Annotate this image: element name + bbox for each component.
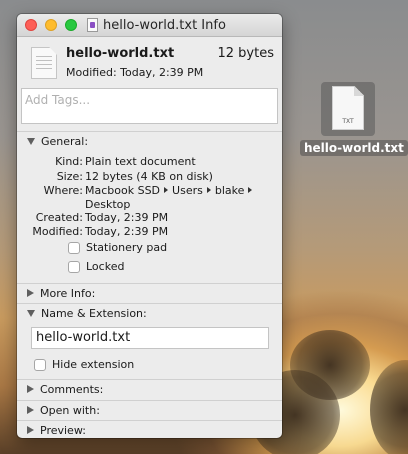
path-arrow-icon bbox=[206, 187, 211, 193]
section-label: Comments: bbox=[40, 382, 104, 396]
where-label: Where: bbox=[43, 184, 83, 197]
hide-extension-option[interactable]: Hide extension bbox=[34, 358, 134, 371]
path-segment: blake bbox=[214, 184, 245, 197]
hide-extension-checkbox[interactable] bbox=[34, 358, 46, 371]
section-label: Open with: bbox=[40, 403, 100, 417]
window-title: hello-world.txt Info bbox=[103, 17, 226, 33]
disclosure-closed-icon[interactable] bbox=[27, 385, 34, 393]
file-type-badge: TXT bbox=[342, 118, 354, 125]
created-value: Today, 2:39 PM bbox=[85, 211, 169, 224]
disclosure-open-icon[interactable] bbox=[27, 137, 35, 145]
name-extension-header[interactable]: Name & Extension: bbox=[17, 304, 282, 322]
section-label: Preview: bbox=[40, 423, 86, 437]
info-window: hello-world.txt Info hello-world.txt 12 … bbox=[17, 14, 282, 438]
disclosure-closed-icon[interactable] bbox=[27, 289, 34, 297]
file-name: hello-world.txt bbox=[66, 46, 175, 61]
comments-header[interactable]: Comments: bbox=[17, 380, 282, 398]
open-with-header[interactable]: Open with: bbox=[17, 401, 282, 419]
txt-file-icon[interactable]: TXT bbox=[321, 82, 375, 136]
stationery-pad-label[interactable]: Stationery pad bbox=[86, 241, 167, 254]
document-icon bbox=[31, 47, 57, 79]
open-with-section: Open with: bbox=[17, 400, 282, 419]
name-input[interactable]: hello-world.txt bbox=[31, 327, 269, 349]
path-segment: Desktop bbox=[85, 198, 131, 211]
more-info-header[interactable]: More Info: bbox=[17, 284, 282, 302]
preview-section: Preview: bbox=[17, 420, 282, 438]
section-label: General: bbox=[41, 134, 89, 148]
name-extension-section: Name & Extension: bbox=[17, 303, 282, 322]
size-value: 12 bytes (4 KB on disk) bbox=[85, 170, 213, 183]
created-label: Created: bbox=[35, 211, 83, 224]
where-path: Macbook SSD Users blake bbox=[85, 184, 256, 197]
size-label: Size: bbox=[56, 170, 83, 183]
disclosure-closed-icon[interactable] bbox=[27, 406, 34, 414]
close-button[interactable] bbox=[25, 19, 37, 31]
locked-option[interactable]: Locked bbox=[68, 260, 124, 273]
more-info-section: More Info: bbox=[17, 283, 282, 302]
path-segment: Users bbox=[172, 184, 203, 197]
modified-label: Modified: bbox=[32, 225, 83, 238]
path-arrow-icon bbox=[164, 187, 169, 193]
stationery-pad-option[interactable]: Stationery pad bbox=[68, 241, 167, 254]
preview-header[interactable]: Preview: bbox=[17, 421, 282, 438]
desktop-file-label[interactable]: hello-world.txt bbox=[300, 140, 408, 156]
kind-label: Kind: bbox=[55, 155, 83, 168]
tree-silhouette bbox=[370, 360, 408, 454]
path-segment: Macbook SSD bbox=[85, 184, 161, 197]
section-label: More Info: bbox=[40, 286, 96, 300]
disclosure-open-icon[interactable] bbox=[27, 309, 35, 317]
section-label: Name & Extension: bbox=[41, 306, 147, 320]
stationery-pad-checkbox[interactable] bbox=[68, 241, 80, 254]
minimize-button[interactable] bbox=[45, 19, 57, 31]
locked-checkbox[interactable] bbox=[68, 260, 80, 273]
path-arrow-icon bbox=[248, 187, 253, 193]
comments-section: Comments: bbox=[17, 379, 282, 398]
file-size: 12 bytes bbox=[217, 46, 275, 61]
tags-input[interactable]: Add Tags... bbox=[21, 88, 278, 124]
kind-value: Plain text document bbox=[85, 155, 196, 168]
title-bar[interactable]: hello-world.txt Info bbox=[17, 14, 282, 37]
disclosure-closed-icon[interactable] bbox=[27, 426, 34, 434]
desktop-file-icon[interactable]: TXT hello-world.txt bbox=[300, 82, 408, 156]
locked-label[interactable]: Locked bbox=[86, 260, 124, 273]
text-file-icon bbox=[87, 18, 98, 32]
general-section: General: bbox=[17, 131, 282, 150]
general-section-header[interactable]: General: bbox=[17, 132, 282, 150]
zoom-button[interactable] bbox=[65, 19, 77, 31]
modified-date: Modified: Today, 2:39 PM bbox=[66, 66, 204, 79]
modified-value: Today, 2:39 PM bbox=[85, 225, 169, 238]
hide-extension-label[interactable]: Hide extension bbox=[52, 358, 134, 371]
